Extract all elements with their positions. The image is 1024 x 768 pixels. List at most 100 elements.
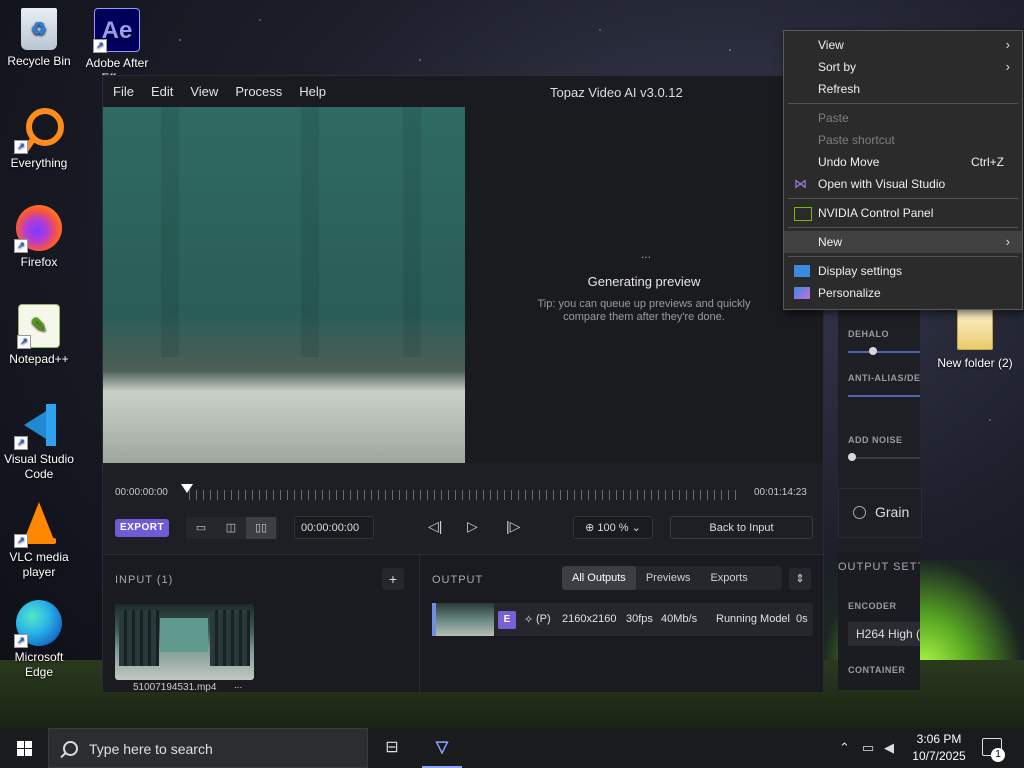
shortcut-arrow-icon: ↗ xyxy=(14,634,28,648)
output-row[interactable]: E ✧ (P) 2160x2160 30fps 40Mb/s Running M… xyxy=(432,603,813,636)
desktop-icon-edge[interactable]: ↗ Microsoft Edge xyxy=(0,600,78,680)
context-item-open-visual-studio[interactable]: ⋈ Open with Visual Studio xyxy=(784,173,1022,195)
menu-separator xyxy=(788,103,1018,104)
preview-tip: Tip: you can queue up previews and quick… xyxy=(537,298,751,323)
desktop-icon-label: Everything xyxy=(10,156,68,170)
grain-label: Grain xyxy=(875,504,910,520)
timeline-scrubber[interactable] xyxy=(189,490,739,500)
menu-view[interactable]: View xyxy=(190,84,218,99)
dehalo-label: DEHALO xyxy=(848,329,889,339)
output-tabs: All Outputs Previews Exports xyxy=(562,566,782,590)
shortcut-arrow-icon: ↗ xyxy=(14,436,28,450)
desktop-icon-firefox[interactable]: ↗ Firefox xyxy=(0,205,78,270)
dehalo-slider-knob[interactable] xyxy=(869,347,877,355)
play-icon[interactable]: ▷ xyxy=(467,518,478,535)
output-header: OUTPUT xyxy=(432,574,484,586)
desktop-context-menu: View › Sort by › Refresh Paste Paste sho… xyxy=(783,30,1023,310)
task-view-icon[interactable]: ⊟ xyxy=(372,728,412,768)
menu-help[interactable]: Help xyxy=(299,84,326,99)
context-item-label: Personalize xyxy=(818,286,881,300)
menu-separator xyxy=(788,198,1018,199)
vscode-icon: ↗ xyxy=(14,402,62,450)
zoom-dropdown[interactable]: ⊕ 100 % ⌄ xyxy=(573,516,653,539)
volume-muted-icon[interactable]: ◀ xyxy=(884,728,894,768)
ae-glyph: Ae xyxy=(101,16,133,44)
playhead-handle[interactable] xyxy=(181,484,193,493)
clock-date: 10/7/2025 xyxy=(912,749,966,763)
side-by-side-view-icon[interactable]: ▯▯ xyxy=(246,517,276,539)
enhanced-preview-pane: ... Generating preview Tip: you can queu… xyxy=(465,107,823,463)
add-input-button[interactable]: + xyxy=(382,568,404,590)
encoder-dropdown[interactable]: H264 High ( xyxy=(848,622,920,646)
desktop-icon-vlc[interactable]: ↗ VLC media player xyxy=(0,500,78,580)
topaz-taskbar-icon[interactable]: ▽ xyxy=(422,728,462,768)
taskbar-search-box[interactable]: Type here to search xyxy=(48,728,368,768)
next-frame-icon[interactable]: |▷ xyxy=(506,518,520,535)
input-filename: 51007194531.mp4 xyxy=(133,682,217,693)
chevron-up-icon[interactable]: ⌃ xyxy=(839,728,850,768)
start-button[interactable] xyxy=(0,728,48,768)
context-item-personalize[interactable]: Personalize xyxy=(784,282,1022,304)
chevron-down-icon: ⌄ xyxy=(631,522,641,534)
context-item-view[interactable]: View › xyxy=(784,34,1022,56)
shortcut-arrow-icon: ↗ xyxy=(14,534,28,548)
context-item-label: NVIDIA Control Panel xyxy=(818,206,934,220)
dehalo-slider[interactable] xyxy=(848,351,920,353)
context-item-undo-move[interactable]: Undo Move Ctrl+Z xyxy=(784,151,1022,173)
desktop-icon-new-folder[interactable]: New folder (2) xyxy=(936,308,1014,370)
chevron-right-icon: › xyxy=(1005,37,1010,52)
export-button[interactable]: EXPORT xyxy=(115,519,169,537)
desktop-icon-label: Visual Studio Code xyxy=(4,452,74,481)
original-preview-pane xyxy=(103,107,465,463)
system-clock[interactable]: 3:06 PM 10/7/2025 xyxy=(903,731,975,765)
context-item-label: Refresh xyxy=(818,82,861,96)
add-noise-slider-knob[interactable] xyxy=(848,453,856,461)
antialias-label: ANTI-ALIAS/DEI xyxy=(848,373,920,383)
timeline-end-time: 00:01:14:23 xyxy=(754,487,807,498)
menu-file[interactable]: File xyxy=(113,84,134,99)
queue-panel: INPUT (1) + 51007194531.mp4 ... OUTPUT A… xyxy=(103,554,823,693)
menu-edit[interactable]: Edit xyxy=(151,84,173,99)
grain-radio[interactable] xyxy=(853,506,866,519)
encoder-label: ENCODER xyxy=(848,601,897,611)
topaz-video-ai-window: File Edit View Process Help Topaz Video … xyxy=(102,75,824,693)
desktop-icon-recycle-bin[interactable]: ♻ Recycle Bin xyxy=(0,8,78,69)
desktop-icon-vscode[interactable]: ↗ Visual Studio Code xyxy=(0,402,78,482)
context-item-sort-by[interactable]: Sort by › xyxy=(784,56,1022,78)
desktop-icon-label: VLC media player xyxy=(9,550,69,579)
context-item-label: Display settings xyxy=(818,264,903,278)
split-view-icon[interactable]: ◫ xyxy=(216,517,246,539)
tab-previews[interactable]: Previews xyxy=(636,566,701,590)
single-view-icon[interactable]: ▭ xyxy=(186,517,216,539)
output-mode: (P) xyxy=(536,613,551,625)
menu-separator xyxy=(788,227,1018,228)
edge-icon: ↗ xyxy=(14,600,62,648)
context-item-label: Paste xyxy=(818,111,849,125)
previous-frame-icon[interactable]: ◁| xyxy=(428,518,442,535)
shortcut-arrow-icon: ↗ xyxy=(17,335,31,349)
add-noise-slider[interactable] xyxy=(848,457,920,459)
input-thumbnail[interactable] xyxy=(115,604,254,680)
shortcut-arrow-icon: ↗ xyxy=(14,140,28,154)
grain-option[interactable]: Grain xyxy=(838,488,922,538)
antialias-slider[interactable] xyxy=(848,395,920,397)
context-item-nvidia-control-panel[interactable]: NVIDIA Control Panel xyxy=(784,202,1022,224)
back-to-input-button[interactable]: Back to Input xyxy=(670,516,813,539)
network-icon[interactable]: ▭ xyxy=(862,728,874,768)
context-item-display-settings[interactable]: Display settings xyxy=(784,260,1022,282)
desktop-icon-label: Microsoft Edge xyxy=(14,650,64,679)
context-item-new[interactable]: New › xyxy=(784,231,1022,253)
current-time-field[interactable]: 00:00:00:00 xyxy=(294,516,374,539)
tab-all-outputs[interactable]: All Outputs xyxy=(562,566,636,590)
tab-exports[interactable]: Exports xyxy=(700,566,757,590)
context-item-refresh[interactable]: Refresh xyxy=(784,78,1022,100)
desktop-icon-everything[interactable]: ↗ Everything xyxy=(0,106,78,171)
chevron-right-icon: › xyxy=(1005,59,1010,74)
search-icon xyxy=(63,741,78,756)
input-more-icon[interactable]: ... xyxy=(234,680,242,691)
menu-process[interactable]: Process xyxy=(235,84,282,99)
input-header: INPUT (1) xyxy=(115,574,174,586)
desktop-icon-notepadpp[interactable]: ✎ ↗ Notepad++ xyxy=(0,304,78,367)
sort-icon[interactable]: ⇕ xyxy=(789,568,811,590)
context-item-paste-shortcut: Paste shortcut xyxy=(784,129,1022,151)
